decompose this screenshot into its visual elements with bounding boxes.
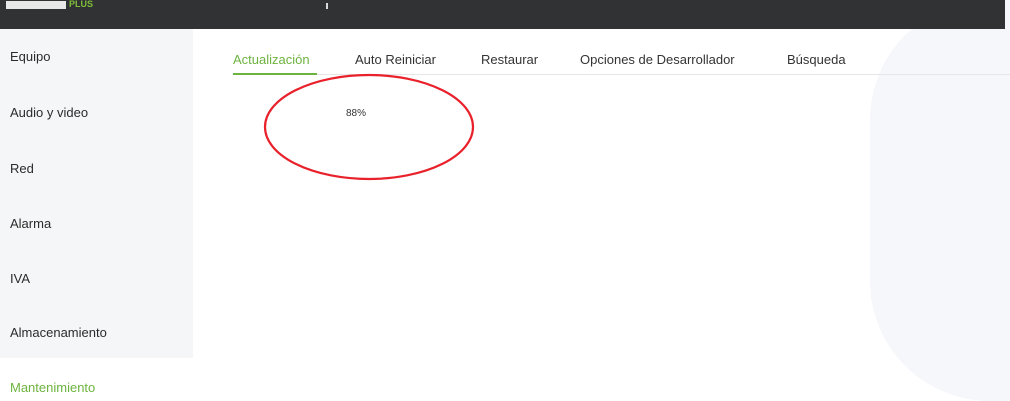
logo-mark (6, 1, 66, 9)
tab-opciones-desarrollador[interactable]: Opciones de Desarrollador (580, 52, 735, 67)
sidebar-item-equipo[interactable]: Equipo (10, 49, 50, 64)
brand-logo: PLUS (6, 0, 93, 12)
annotation-circle (263, 73, 475, 181)
tab-actualizacion[interactable]: Actualización (233, 52, 310, 67)
tab-busqueda[interactable]: Búsqueda (787, 52, 846, 67)
settings-page: PLUS Equipo Audio y video Red Alarma IVA… (0, 0, 1010, 401)
sidebar-item-almacenamiento[interactable]: Almacenamiento (10, 325, 107, 340)
topbar-separator (326, 3, 328, 9)
sidebar-item-red[interactable]: Red (10, 161, 34, 176)
logo-text: PLUS (69, 0, 94, 9)
maintenance-tabs: Actualización Auto Reiniciar Restaurar O… (233, 29, 1010, 75)
sidebar-item-alarma[interactable]: Alarma (10, 216, 51, 231)
top-bar: PLUS (0, 0, 1005, 29)
tab-auto-reiniciar[interactable]: Auto Reiniciar (355, 52, 436, 67)
sidebar: Equipo Audio y video Red Alarma IVA Alma… (0, 29, 193, 358)
sidebar-item-iva[interactable]: IVA (10, 271, 30, 286)
tab-restaurar[interactable]: Restaurar (481, 52, 538, 67)
sidebar-item-mantenimiento[interactable]: Mantenimiento (10, 380, 95, 395)
annotation-ellipse-shape (263, 73, 475, 181)
sidebar-item-audio-video[interactable]: Audio y video (10, 105, 88, 120)
